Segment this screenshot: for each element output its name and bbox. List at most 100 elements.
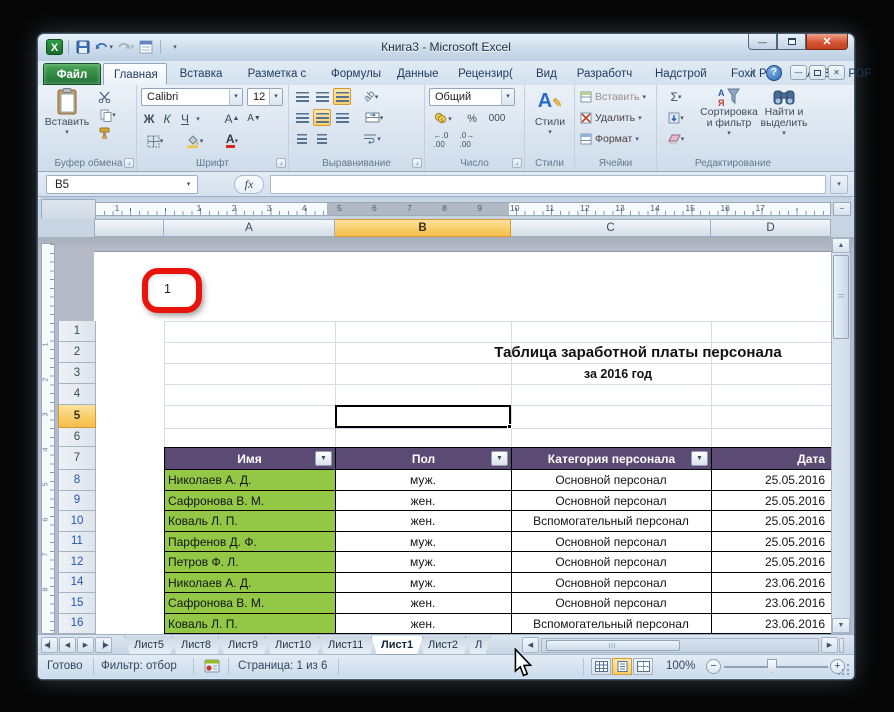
paste-button[interactable]: Вставить▾ <box>45 88 89 152</box>
sheet-tab-л[interactable]: Л <box>465 636 491 655</box>
row-header-4[interactable]: 4 <box>58 384 96 405</box>
column-header-D[interactable]: D <box>711 219 831 237</box>
tab-рецензир([interactable]: Рецензир( <box>447 63 524 85</box>
horizontal-scrollbar[interactable] <box>541 638 819 653</box>
cell-category-9[interactable]: Основной персонал <box>511 491 711 510</box>
align-middle-button[interactable] <box>313 88 331 105</box>
sheet-tab-лист9[interactable]: Лист9 <box>218 636 270 655</box>
tab-формулы[interactable]: Формулы <box>321 63 385 85</box>
selected-cell-b5[interactable] <box>335 405 511 428</box>
cell-name-8[interactable]: Николаев А. Д. <box>164 470 335 490</box>
row-header-7[interactable]: 7 <box>58 447 96 470</box>
cell-name-15[interactable]: Сафронова В. М. <box>164 593 335 613</box>
shrink-font-button[interactable]: А▼ <box>245 110 263 127</box>
number-format-combo[interactable]: Общий▾ <box>429 88 515 106</box>
italic-button[interactable]: К <box>159 110 175 127</box>
table-header-category[interactable]: Категория персонала▼ <box>511 448 711 469</box>
row-header-2[interactable]: 2 <box>58 342 96 363</box>
resize-grip[interactable] <box>838 663 850 675</box>
align-left-button[interactable] <box>293 109 311 126</box>
row-header-16[interactable]: 16 <box>58 614 96 634</box>
cell-date-8[interactable]: 25.05.2016 <box>711 470 831 490</box>
insert-function-button[interactable]: fx <box>234 175 264 194</box>
cell-gender-8[interactable]: муж. <box>335 470 511 490</box>
cell-date-10[interactable]: 25.05.2016 <box>711 511 831 531</box>
minimize-button[interactable]: — <box>748 34 777 50</box>
hscroll-right-button[interactable]: ▶ <box>821 637 838 653</box>
page-layout-view-button[interactable] <box>612 658 632 675</box>
formula-input[interactable] <box>270 175 826 194</box>
page-break-view-button[interactable] <box>633 658 653 675</box>
font-color-button[interactable]: А▾ <box>217 132 247 150</box>
cell-category-15[interactable]: Основной персонал <box>511 593 711 613</box>
cell-category-16[interactable]: Вспомогательный персонал <box>511 614 711 633</box>
format-cells-button[interactable]: Формат▾ <box>580 133 639 145</box>
cell-category-14[interactable]: Основной персонал <box>511 573 711 592</box>
cell-category-11[interactable]: Основной персонал <box>511 532 711 551</box>
zoom-out-button[interactable]: − <box>706 659 721 674</box>
workbook-restore-button[interactable] <box>809 65 826 80</box>
zoom-slider-thumb[interactable] <box>767 659 777 673</box>
tab-split-handle[interactable] <box>839 638 844 653</box>
row-header-10[interactable]: 10 <box>58 511 96 532</box>
prev-sheet-button[interactable]: ◀ <box>59 637 76 653</box>
first-sheet-button[interactable]: ◀▏ <box>41 637 58 653</box>
alignment-dialog-launcher[interactable]: ⌟ <box>412 158 422 168</box>
vertical-ruler[interactable]: 12345678 <box>41 243 55 634</box>
split-box[interactable]: − <box>833 202 851 216</box>
sheet-tab-лист10[interactable]: Лист10 <box>265 636 323 655</box>
name-box-dropdown[interactable]: ▾ <box>182 178 195 191</box>
font-dialog-launcher[interactable]: ⌟ <box>276 158 286 168</box>
borders-button[interactable]: ▾ <box>141 132 169 150</box>
tab-вид[interactable]: Вид <box>526 63 564 85</box>
percent-button[interactable]: % <box>463 110 481 127</box>
table-header-gender[interactable]: Пол▼ <box>335 448 511 469</box>
macro-record-icon[interactable] <box>204 659 220 676</box>
font-size-combo[interactable]: 12▾ <box>247 88 283 106</box>
close-button[interactable]: ✕ <box>806 34 848 50</box>
sort-filter-button[interactable]: АЯ Сортировка и фильтр▾ <box>697 87 761 153</box>
cell-date-11[interactable]: 25.05.2016 <box>711 532 831 551</box>
row-header-9[interactable]: 9 <box>58 491 96 511</box>
delete-cells-button[interactable]: Удалить▾ <box>580 112 642 124</box>
decrease-indent-button[interactable] <box>293 130 311 147</box>
cell-gender-16[interactable]: жен. <box>335 614 511 633</box>
scroll-down-button[interactable]: ▼ <box>832 618 850 633</box>
tab-разработч[interactable]: Разработч <box>566 63 643 85</box>
fill-color-button[interactable]: ▾ <box>179 132 209 150</box>
name-box[interactable]: B5▾ <box>46 175 198 194</box>
copy-icon[interactable]: ▾ <box>95 107 121 123</box>
tab-данные[interactable]: Данные <box>387 63 445 85</box>
find-select-button[interactable]: Найти и выделить▾ <box>761 87 807 153</box>
table-header-name[interactable]: Имя▼ <box>164 448 335 469</box>
styles-button[interactable]: A✎ Стили▾ <box>530 88 570 152</box>
cell-date-15[interactable]: 23.06.2016 <box>711 593 831 613</box>
next-sheet-button[interactable]: ▶ <box>77 637 94 653</box>
fill-button[interactable]: ▾ <box>661 110 691 126</box>
cell-name-12[interactable]: Петров Ф. Л. <box>164 552 335 572</box>
currency-button[interactable]: s▾ <box>429 110 457 127</box>
cell-name-16[interactable]: Коваль Л. П. <box>164 614 335 633</box>
vertical-scroll-thumb[interactable] <box>833 255 849 339</box>
cell-gender-11[interactable]: муж. <box>335 532 511 551</box>
cell-gender-12[interactable]: муж. <box>335 552 511 572</box>
filter-dropdown-gender[interactable]: ▼ <box>491 451 508 466</box>
row-header-3[interactable]: 3 <box>58 363 96 384</box>
align-top-button[interactable] <box>293 88 311 105</box>
sheet-tab-лист2[interactable]: Лист2 <box>418 636 470 655</box>
cell-name-9[interactable]: Сафронова В. М. <box>164 491 335 510</box>
font-name-combo[interactable]: Calibri▾ <box>141 88 243 106</box>
normal-view-button[interactable] <box>591 658 611 675</box>
horizontal-scroll-thumb[interactable] <box>546 640 680 651</box>
row-header-5[interactable]: 5 <box>58 405 96 428</box>
sheet-tab-лист11[interactable]: Лист11 <box>318 636 376 655</box>
row-header-8[interactable]: 8 <box>58 470 96 491</box>
clipboard-dialog-launcher[interactable]: ⌟ <box>124 158 134 168</box>
comma-style-button[interactable]: 000 <box>483 110 511 127</box>
orientation-button[interactable]: ab▾ <box>359 88 383 105</box>
cell-gender-10[interactable]: жен. <box>335 511 511 531</box>
align-center-button[interactable] <box>313 109 331 126</box>
bold-button[interactable]: Ж <box>141 110 157 127</box>
cell-date-9[interactable]: 25.05.2016 <box>711 491 831 510</box>
column-header-C[interactable]: C <box>511 219 711 237</box>
